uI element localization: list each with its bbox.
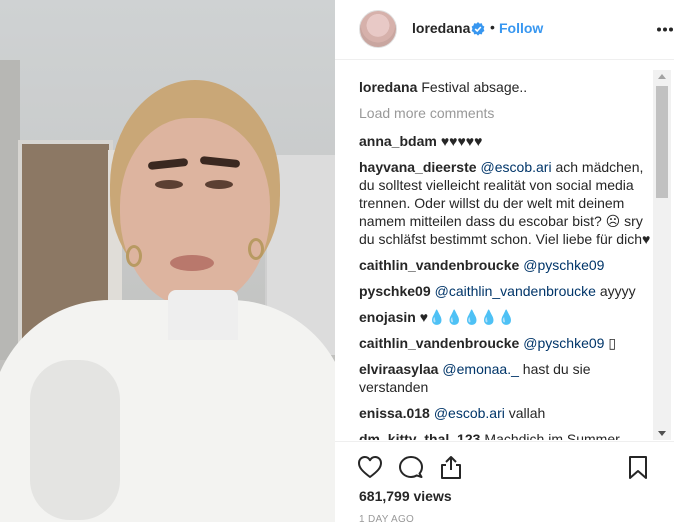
heart-icon[interactable] bbox=[357, 454, 383, 480]
comment-username[interactable]: anna_bdam bbox=[359, 133, 437, 149]
comment-mention[interactable]: @emonaa._ bbox=[442, 361, 518, 377]
comment-text: ♥♥♥♥♥ bbox=[440, 133, 483, 149]
comments-scrollbar[interactable] bbox=[653, 70, 671, 440]
comment-item: enojasin ♥💧💧💧💧💧 bbox=[359, 308, 654, 326]
earring-left bbox=[126, 245, 142, 267]
comment-mention[interactable]: @escob.ari bbox=[434, 405, 505, 421]
comment-mention[interactable]: @pyschke09 bbox=[523, 335, 604, 351]
comment-username[interactable]: enissa.018 bbox=[359, 405, 430, 421]
comment-username[interactable]: hayvana_dieerste bbox=[359, 159, 477, 175]
verified-icon bbox=[471, 22, 485, 36]
post-timestamp[interactable]: 1 DAY AGO bbox=[359, 514, 414, 522]
follow-button[interactable]: Follow bbox=[499, 20, 543, 36]
eye-right bbox=[205, 180, 233, 189]
face bbox=[120, 118, 270, 308]
comment-item: pyschke09 @caithlin_vandenbroucke ayyyy bbox=[359, 282, 654, 300]
share-icon[interactable] bbox=[438, 454, 464, 480]
comment-item: caithlin_vandenbroucke @pyschke09 bbox=[359, 256, 654, 274]
comment-mention[interactable]: @pyschke09 bbox=[523, 257, 604, 273]
comment-username[interactable]: elviraasylaa bbox=[359, 361, 438, 377]
username[interactable]: loredana bbox=[412, 20, 470, 36]
scrollbar-thumb[interactable] bbox=[656, 86, 668, 198]
comment-mention[interactable]: @escob.ari bbox=[481, 159, 552, 175]
comment-item: hayvana_dieerste @escob.ari ach mädchen, … bbox=[359, 158, 654, 248]
comment-icon[interactable] bbox=[398, 454, 424, 480]
comment-username[interactable]: enojasin bbox=[359, 309, 416, 325]
comment-mention[interactable]: @caithlin_vandenbroucke bbox=[435, 283, 596, 299]
post-header: loredana • Follow bbox=[335, 0, 674, 60]
comment-username[interactable]: caithlin_vandenbroucke bbox=[359, 257, 519, 273]
comment-text: vallah bbox=[504, 405, 546, 421]
comments-list[interactable]: loredana Festival absage.. Load more comm… bbox=[359, 78, 654, 440]
view-count: 681,799 views bbox=[359, 488, 452, 504]
wall bbox=[0, 60, 20, 360]
earring-right bbox=[248, 238, 264, 260]
comment-item: elviraasylaa @emonaa._ hast du sie versta… bbox=[359, 360, 654, 396]
comment-item: anna_bdam ♥♥♥♥♥ bbox=[359, 132, 654, 150]
sweater-shadow bbox=[30, 360, 120, 520]
comment-username[interactable]: dm_kitty_thal_123 bbox=[359, 431, 480, 440]
post-actions: 681,799 views 1 DAY AGO bbox=[335, 441, 674, 522]
comment-username[interactable]: caithlin_vandenbroucke bbox=[359, 335, 519, 351]
eye-left bbox=[155, 180, 183, 189]
comment-item: dm_kitty_thal_123 Machdich im Summer bbox=[359, 430, 654, 440]
comment-text: Festival absage.. bbox=[421, 79, 528, 95]
caption: loredana Festival absage.. bbox=[359, 78, 654, 96]
load-more-comments-button[interactable]: Load more comments bbox=[359, 104, 654, 122]
comment-item: enissa.018 @escob.ari vallah bbox=[359, 404, 654, 422]
bookmark-icon[interactable] bbox=[625, 454, 651, 480]
more-icon[interactable] bbox=[657, 27, 673, 32]
comment-text: ayyyy bbox=[595, 283, 636, 299]
scroll-up-arrow-icon[interactable] bbox=[658, 74, 666, 79]
live-video[interactable] bbox=[0, 0, 335, 522]
comment-username[interactable]: pyschke09 bbox=[359, 283, 431, 299]
turtleneck bbox=[168, 290, 238, 340]
scroll-down-arrow-icon[interactable] bbox=[658, 431, 666, 436]
comment-item: caithlin_vandenbroucke @pyschke09 ▯ bbox=[359, 334, 654, 352]
post-side-panel: loredana • Follow loredana Festival absag… bbox=[335, 0, 674, 522]
comment-username[interactable]: loredana bbox=[359, 79, 417, 95]
lips bbox=[170, 255, 214, 271]
comment-text: Machdich im Summer bbox=[484, 431, 620, 440]
comment-text: ▯ bbox=[604, 335, 617, 351]
comment-text: ♥💧💧💧💧💧 bbox=[419, 309, 516, 325]
separator-dot: • bbox=[490, 19, 495, 35]
avatar[interactable] bbox=[359, 10, 397, 48]
